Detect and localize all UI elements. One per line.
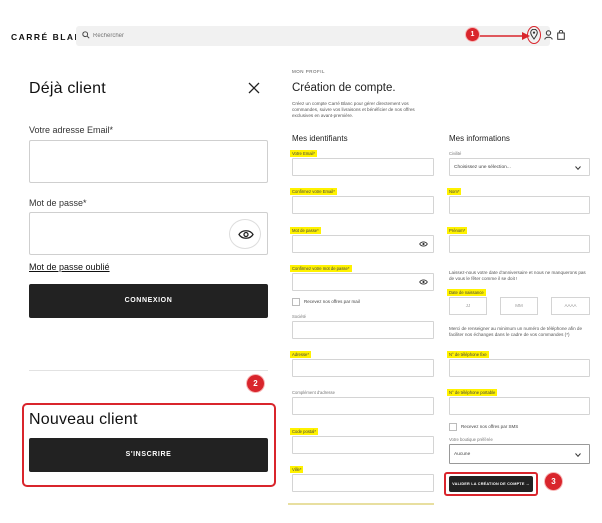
birth-year-input[interactable]: AAAA	[551, 297, 590, 315]
company-input[interactable]	[292, 321, 434, 339]
civility-select[interactable]: Choisissez une sélection...	[449, 158, 590, 176]
label-store: Votre boutique préférée	[449, 437, 493, 442]
address-input[interactable]	[292, 359, 434, 377]
search-input[interactable]	[93, 29, 453, 43]
password-label: Mot de passe*	[29, 198, 87, 208]
label-email-confirm: Confirmez votre Email*	[290, 188, 337, 195]
register-password-confirm-input[interactable]	[292, 273, 434, 291]
create-account-button[interactable]: VALIDER LA CRÉATION DE COMPTE →	[449, 476, 533, 492]
divider	[29, 370, 268, 371]
login-button[interactable]: CONNEXION	[29, 284, 268, 318]
civility-value: Choisissez une sélection...	[454, 165, 511, 170]
close-icon[interactable]	[248, 82, 260, 94]
breadcrumb: MON PROFIL	[292, 69, 326, 74]
newsletter-label: Recevez nos offres par mail	[304, 299, 360, 304]
label-password: Mot de passe*	[290, 227, 321, 234]
label-civility: Civilité	[449, 151, 462, 156]
label-address-more: Complément d'adresse	[292, 390, 335, 395]
annotation-marker-3: 3	[545, 473, 562, 490]
store-locator-icon[interactable]	[530, 29, 538, 40]
label-email: Votre Email*	[290, 150, 318, 157]
login-title: Déjà client	[29, 80, 106, 97]
birth-month-input[interactable]: MM	[500, 297, 538, 315]
search-icon	[82, 31, 90, 39]
birth-day-input[interactable]: JJ	[449, 297, 487, 315]
store-value: Aucune	[454, 452, 471, 457]
annotation-marker-1: 1	[466, 28, 479, 41]
label-phone-mobile: N° de téléphone portable	[447, 389, 498, 396]
register-email-input[interactable]	[292, 158, 434, 176]
signup-title: Nouveau client	[29, 411, 138, 428]
newsletter-checkbox[interactable]	[292, 298, 300, 306]
eye-icon	[238, 230, 254, 239]
zip-input[interactable]	[292, 436, 434, 454]
register-title: Création de compte.	[292, 82, 396, 94]
show-password-button[interactable]	[229, 219, 261, 249]
annotation-arrow	[478, 32, 530, 40]
label-firstname: Prénom*	[447, 227, 468, 234]
address-more-input[interactable]	[292, 397, 434, 415]
cart-icon[interactable]	[557, 30, 565, 40]
phone-text: Merci de renseigner au minimum un numéro…	[449, 326, 583, 337]
phone-mobile-input[interactable]	[449, 397, 590, 415]
eye-icon[interactable]	[419, 241, 428, 247]
city-input[interactable]	[292, 474, 434, 492]
store-select[interactable]: Aucune	[449, 444, 590, 464]
register-password-input[interactable]	[292, 235, 434, 253]
chevron-down-icon	[575, 166, 581, 170]
register-intro: Créez un compte Carré Blanc pour gérer d…	[292, 101, 415, 118]
sms-label: Recevez nos offres par SMS	[461, 424, 519, 429]
forgot-password-link[interactable]: Mot de passe oublié	[29, 262, 110, 272]
label-address: Adresse*	[290, 351, 311, 358]
label-zip: Code postal*	[290, 428, 318, 435]
sms-checkbox[interactable]	[449, 423, 457, 431]
label-lastname: Nom*	[447, 188, 462, 195]
phone-fixed-input[interactable]	[449, 359, 590, 377]
register-email-confirm-input[interactable]	[292, 196, 434, 214]
account-icon[interactable]	[544, 30, 553, 40]
label-phone-fixed: N° de téléphone fixe	[447, 351, 489, 358]
firstname-input[interactable]	[449, 235, 590, 253]
birthday-text: Laissez-nous votre date d'anniversaire e…	[449, 270, 586, 281]
bottom-rule	[288, 503, 434, 505]
section-informations: Mes informations	[449, 134, 510, 143]
label-birthday: Date de naissance	[447, 289, 486, 296]
annotation-marker-2: 2	[247, 375, 264, 392]
signup-button[interactable]: S'INSCRIRE	[29, 438, 268, 472]
label-company: Société	[292, 314, 306, 319]
label-city: Ville*	[290, 466, 304, 473]
section-identifiers: Mes identifiants	[292, 134, 348, 143]
lastname-input[interactable]	[449, 196, 590, 214]
label-password-confirm: Confirmez votre mot de passe*	[290, 265, 352, 272]
email-label: Votre adresse Email*	[29, 125, 114, 135]
chevron-down-icon	[575, 453, 581, 457]
email-field[interactable]	[29, 140, 268, 183]
eye-icon[interactable]	[419, 279, 428, 285]
